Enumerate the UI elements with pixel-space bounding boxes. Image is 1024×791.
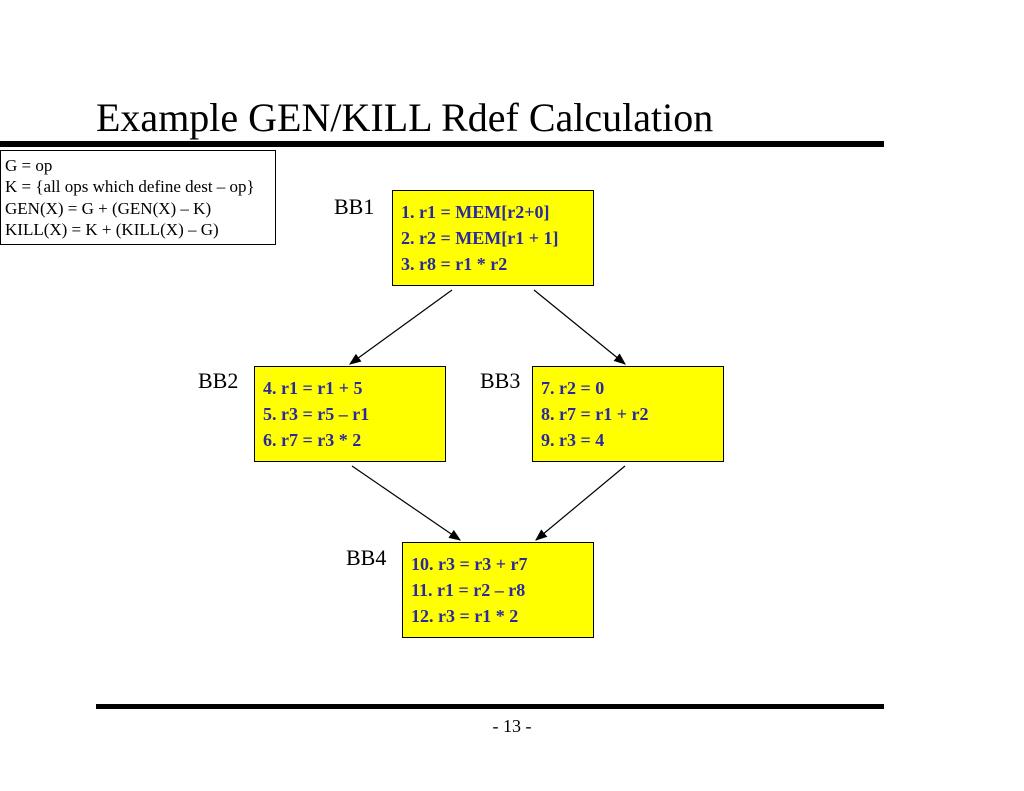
bb1-line-1: 1. r1 = MEM[r2+0]	[401, 199, 585, 225]
bb1-label: BB1	[334, 194, 374, 220]
bb4-label: BB4	[346, 545, 386, 571]
bb3-label: BB3	[480, 368, 520, 394]
bb3-block: 7. r2 = 0 8. r7 = r1 + r2 9. r3 = 4	[532, 366, 724, 462]
bb4-line-1: 10. r3 = r3 + r7	[411, 551, 585, 577]
bb3-line-1: 7. r2 = 0	[541, 375, 715, 401]
bb1-line-3: 3. r8 = r1 * r2	[401, 251, 585, 277]
edge-bb3-bb4	[536, 466, 625, 540]
bb3-line-2: 8. r7 = r1 + r2	[541, 401, 715, 427]
slide-title: Example GEN/KILL Rdef Calculation	[96, 94, 713, 141]
bb4-block: 10. r3 = r3 + r7 11. r1 = r2 – r8 12. r3…	[402, 542, 594, 638]
slide: Example GEN/KILL Rdef Calculation G = op…	[0, 0, 1024, 791]
bb2-block: 4. r1 = r1 + 5 5. r3 = r5 – r1 6. r7 = r…	[254, 366, 446, 462]
bb3-line-3: 9. r3 = 4	[541, 427, 715, 453]
bb1-line-2: 2. r2 = MEM[r1 + 1]	[401, 225, 585, 251]
def-line-3: GEN(X) = G + (GEN(X) – K)	[5, 198, 271, 219]
footer-rule	[96, 704, 884, 709]
page-number: - 13 -	[0, 716, 1024, 737]
edge-bb2-bb4	[352, 466, 460, 540]
def-line-2: K = {all ops which define dest – op}	[5, 176, 271, 197]
edge-bb1-bb3	[534, 290, 625, 364]
bb2-label: BB2	[198, 368, 238, 394]
bb1-block: 1. r1 = MEM[r2+0] 2. r2 = MEM[r1 + 1] 3.…	[392, 190, 594, 286]
bb4-line-2: 11. r1 = r2 – r8	[411, 577, 585, 603]
edge-bb1-bb2	[350, 290, 452, 364]
definitions-box: G = op K = {all ops which define dest – …	[0, 150, 276, 245]
def-line-1: G = op	[5, 155, 271, 176]
bb2-line-2: 5. r3 = r5 – r1	[263, 401, 437, 427]
bb4-line-3: 12. r3 = r1 * 2	[411, 603, 585, 629]
title-underline	[0, 141, 884, 147]
bb2-line-1: 4. r1 = r1 + 5	[263, 375, 437, 401]
bb2-line-3: 6. r7 = r3 * 2	[263, 427, 437, 453]
def-line-4: KILL(X) = K + (KILL(X) – G)	[5, 219, 271, 240]
